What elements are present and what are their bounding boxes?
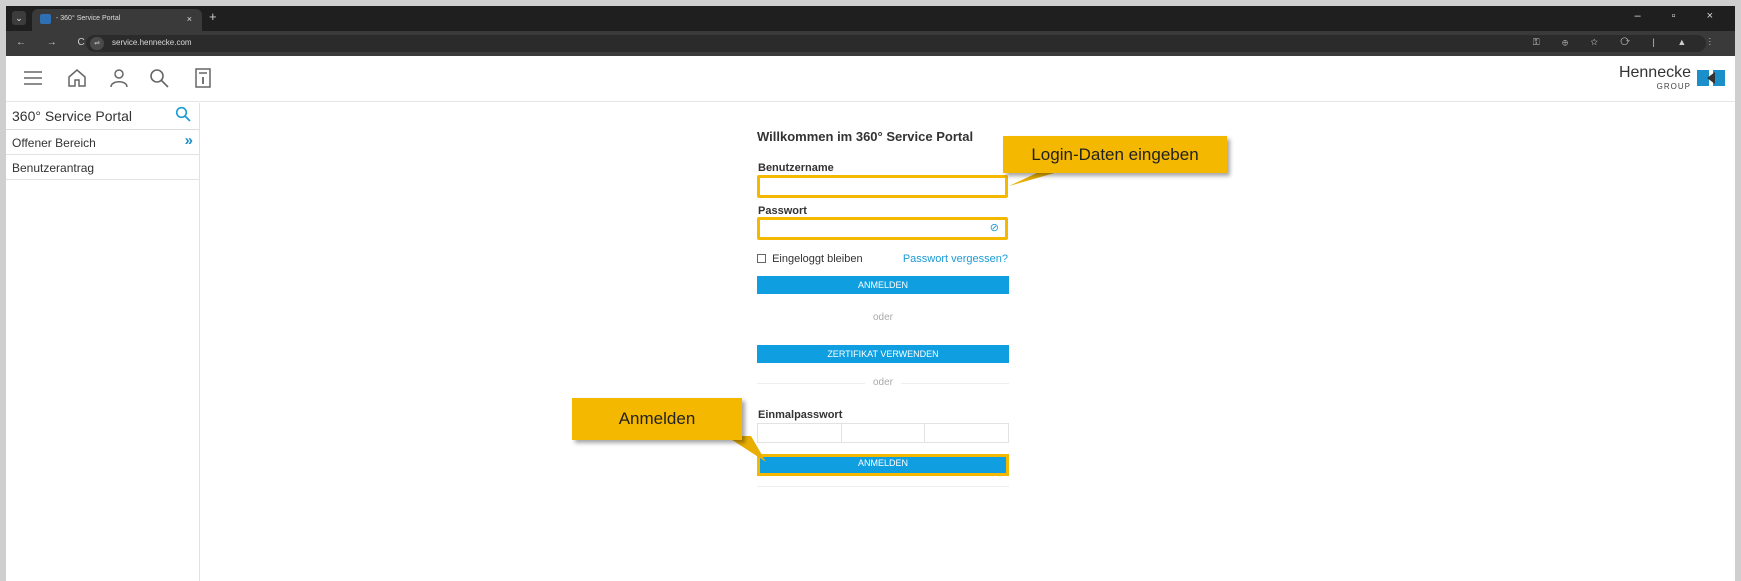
hennecke-logo-text: Hennecke GROUP <box>1618 64 1691 94</box>
sidebar: 360° Service Portal Offener Bereich » Be… <box>6 103 200 581</box>
sidebar-search-icon[interactable] <box>175 106 191 127</box>
info-card-icon[interactable] <box>190 66 216 92</box>
logo-group: GROUP <box>1656 82 1691 91</box>
separator-line <box>757 486 1009 487</box>
menu-icon[interactable] <box>20 66 46 92</box>
address-bar-row: ← → C ⇌ service.hennecke.com ⚿ ⊕ ☆ ⟳ | ▲… <box>6 31 1735 56</box>
otp-input-group[interactable] <box>757 423 1009 443</box>
tab-title: - 360° Service Portal <box>56 15 121 22</box>
or-separator-2: oder <box>757 377 1009 388</box>
home-icon[interactable] <box>64 66 90 92</box>
hennecke-logo-icon <box>1697 70 1725 86</box>
new-tab-button[interactable]: + <box>209 9 217 24</box>
certificate-button[interactable]: ZERTIFIKAT VERWENDEN <box>757 345 1009 363</box>
logo-name: Hennecke <box>1618 64 1691 81</box>
sidebar-item-label: Offener Bereich <box>12 136 96 150</box>
forgot-password-link[interactable]: Passwort vergessen? <box>903 253 1008 265</box>
screenshot-frame: ⌄ - 360° Service Portal × + – ▫ × ← → C … <box>6 6 1735 581</box>
sidebar-item-benutzerantrag[interactable]: Benutzerantrag <box>6 155 199 180</box>
password-input[interactable]: ⊘ <box>757 217 1008 240</box>
window-controls[interactable]: – ▫ × <box>1634 10 1727 22</box>
browser-tab-strip: ⌄ - 360° Service Portal × + – ▫ × <box>6 6 1735 31</box>
username-input[interactable] <box>757 175 1008 198</box>
otp-label: Einmalpasswort <box>758 409 843 421</box>
tab-close-button[interactable]: × <box>187 9 192 29</box>
sidebar-item-offener-bereich[interactable]: Offener Bereich » <box>6 130 199 155</box>
password-label: Passwort <box>758 205 807 217</box>
search-icon[interactable] <box>146 66 172 92</box>
login-title: Willkommen im 360° Service Portal <box>757 129 974 144</box>
or-separator-1: oder <box>757 312 1009 323</box>
login-button[interactable]: ANMELDEN <box>757 276 1009 294</box>
url-text[interactable]: service.hennecke.com <box>112 38 192 47</box>
omnibox[interactable]: ⇌ service.hennecke.com <box>86 35 1706 52</box>
remember-label: Eingeloggt bleiben <box>772 253 863 265</box>
tab-search-button[interactable]: ⌄ <box>12 11 26 25</box>
remember-row: Eingeloggt bleiben Passwort vergessen? <box>757 253 1008 265</box>
sidebar-title-text: 360° Service Portal <box>12 108 132 124</box>
sidebar-item-label: Benutzerantrag <box>12 161 95 175</box>
toolbar-icons[interactable]: ⚿ ⊕ ☆ ⟳ | ▲ ⋮ <box>1533 37 1721 48</box>
app-header: Hennecke GROUP <box>6 56 1735 102</box>
remember-checkbox[interactable] <box>757 254 766 263</box>
username-label: Benutzername <box>758 162 834 174</box>
browser-tab[interactable]: - 360° Service Portal × <box>32 9 202 31</box>
sidebar-title: 360° Service Portal <box>6 103 199 130</box>
nav-buttons[interactable]: ← → C <box>16 37 94 48</box>
otp-divider <box>924 424 925 442</box>
or-text: oder <box>864 377 901 388</box>
otp-divider <box>841 424 842 442</box>
or-text: oder <box>864 312 901 323</box>
user-icon[interactable] <box>106 66 132 92</box>
hide-password-icon[interactable]: ⊘ <box>990 221 999 234</box>
favicon-icon <box>40 14 51 24</box>
callout-login: Anmelden <box>572 398 742 440</box>
otp-login-button[interactable]: ANMELDEN <box>757 454 1009 476</box>
callout-login-data: Login-Daten eingeben <box>1003 136 1227 173</box>
expand-icon[interactable]: » <box>185 132 193 149</box>
site-info-icon[interactable]: ⇌ <box>90 37 104 50</box>
